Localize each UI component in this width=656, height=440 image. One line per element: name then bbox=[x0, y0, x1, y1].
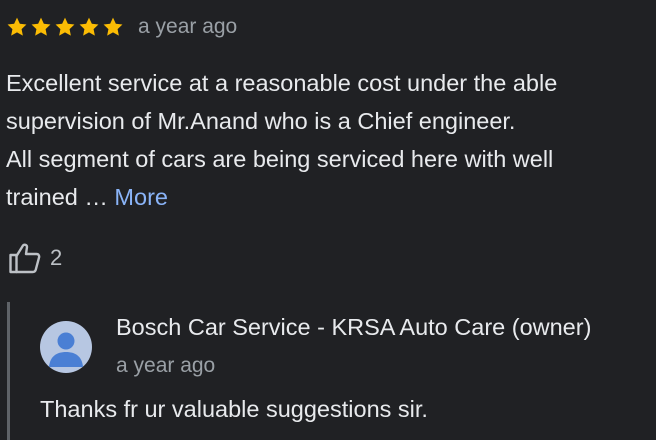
like-row: 2 bbox=[8, 240, 62, 276]
star-icon bbox=[7, 17, 27, 36]
review-text-line: Excellent service at a reasonable cost u… bbox=[6, 70, 558, 96]
review-timestamp: a year ago bbox=[138, 15, 238, 38]
owner-name: Bosch Car Service - KRSA Auto Care (owne… bbox=[116, 314, 592, 340]
review-body: Excellent service at a reasonable cost u… bbox=[6, 64, 646, 216]
review-text-line: supervision of Mr.Anand who is a Chief e… bbox=[6, 108, 516, 134]
star-rating bbox=[6, 16, 124, 38]
star-icon bbox=[79, 17, 99, 36]
like-count: 2 bbox=[50, 245, 63, 270]
review-text-line: All segment of cars are being serviced h… bbox=[6, 146, 554, 172]
star-icon bbox=[55, 17, 75, 36]
star-icon bbox=[103, 17, 123, 36]
more-link[interactable]: More bbox=[114, 184, 168, 210]
person-avatar-icon bbox=[40, 321, 92, 373]
review-text-line: trained … bbox=[6, 184, 115, 210]
thumbs-up-icon[interactable] bbox=[8, 241, 42, 275]
review-header: a year ago bbox=[6, 12, 237, 42]
star-icon bbox=[31, 17, 51, 36]
owner-response-timestamp: a year ago bbox=[116, 354, 216, 377]
owner-response-text: Thanks fr ur valuable suggestions sir. bbox=[40, 396, 428, 422]
review-text-last-line: trained … More bbox=[6, 178, 646, 216]
reply-divider bbox=[7, 302, 10, 440]
